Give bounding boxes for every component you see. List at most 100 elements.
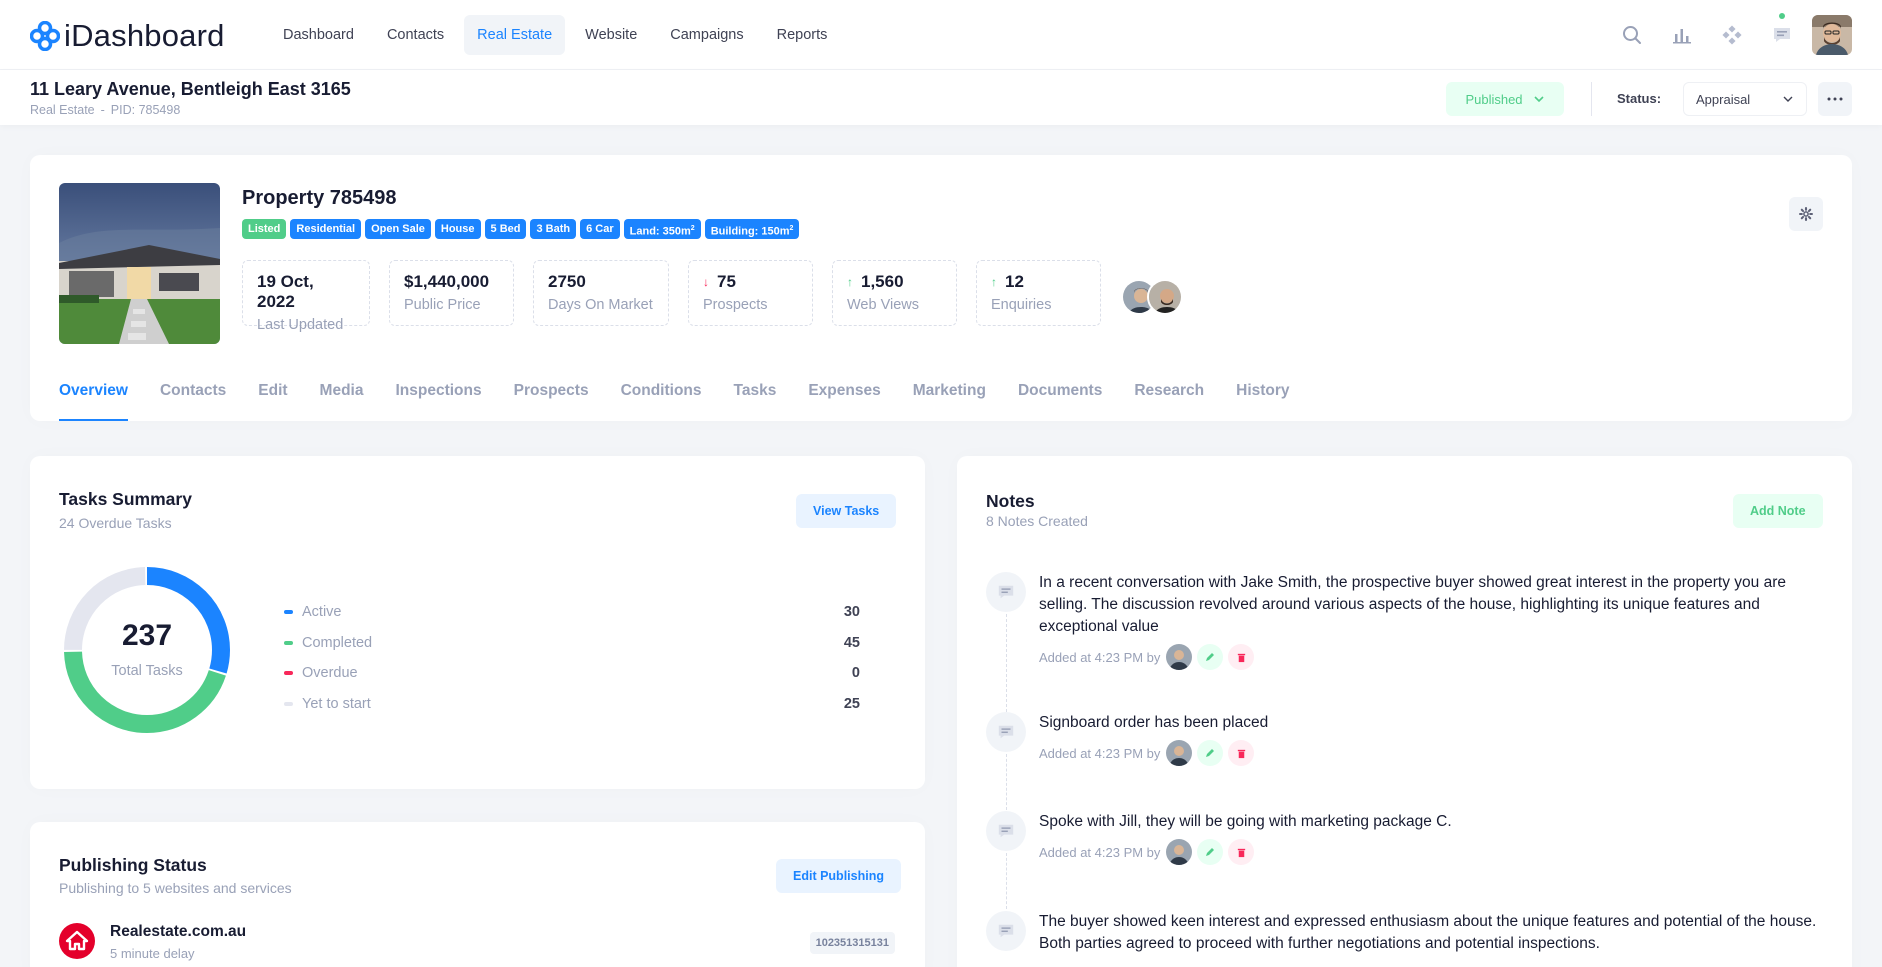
breadcrumb-item[interactable]: Real Estate xyxy=(30,103,95,117)
tab-expenses[interactable]: Expenses xyxy=(808,375,880,421)
pencil-icon xyxy=(1206,848,1215,856)
nav-icons xyxy=(1602,13,1852,55)
avatar[interactable] xyxy=(1166,740,1193,766)
tag-residential: Residential xyxy=(290,219,362,239)
published-label: Published xyxy=(1465,91,1523,107)
tab-media[interactable]: Media xyxy=(320,375,364,421)
legend-marker xyxy=(284,671,293,676)
timeline-line xyxy=(1006,853,1007,909)
page-title: 11 Leary Avenue, Bentleigh East 3165 xyxy=(30,79,351,99)
status-select[interactable]: Appraisal xyxy=(1683,82,1807,116)
tab-marketing[interactable]: Marketing xyxy=(913,375,986,421)
arrow-down-icon: ↓ xyxy=(703,275,709,289)
tab-prospects[interactable]: Prospects xyxy=(514,375,589,421)
stat-last-updated: 19 Oct, 2022 Last Updated xyxy=(242,260,370,333)
user-avatar[interactable] xyxy=(1812,15,1852,55)
avatar[interactable] xyxy=(1166,644,1193,670)
add-note-button[interactable]: Add Note xyxy=(1733,494,1823,528)
trash-icon xyxy=(1237,653,1246,662)
page-header: 11 Leary Avenue, Bentleigh East 3165 Rea… xyxy=(0,70,1882,125)
stat-public-price: $1,440,000 Public Price xyxy=(389,260,514,326)
delete-note-button[interactable] xyxy=(1228,740,1255,766)
tab-history[interactable]: History xyxy=(1236,375,1289,421)
tab-edit[interactable]: Edit xyxy=(258,375,287,421)
tag-car: 6 Car xyxy=(580,219,620,239)
tasks-legend: Active 30 Completed 45 Overdue 0 Yet to sta… xyxy=(284,597,860,719)
logo-icon xyxy=(30,21,60,51)
note-item: Spoke with Jill, they will be going with… xyxy=(986,811,1826,911)
note-meta-text: Added at 4:23 PM by xyxy=(1039,649,1161,665)
menu-item-contacts[interactable]: Contacts xyxy=(374,15,457,55)
edit-note-button[interactable] xyxy=(1197,644,1224,670)
stat-days-on-market: 2750 Days On Market xyxy=(533,260,669,326)
apps-icon[interactable] xyxy=(1712,15,1752,55)
menu-item-campaigns[interactable]: Campaigns xyxy=(657,15,756,55)
menu-item-website[interactable]: Website xyxy=(572,15,650,55)
tab-tasks[interactable]: Tasks xyxy=(734,375,777,421)
more-icon xyxy=(1827,97,1843,101)
tag-land: Land: 350m2 xyxy=(623,219,701,239)
property-tags: Listed Residential Open Sale House 5 Bed… xyxy=(242,219,803,239)
stat-value: 12 xyxy=(1005,272,1024,291)
avatar[interactable] xyxy=(1147,279,1183,315)
stat-enquiries: ↑ 12 Enquiries xyxy=(976,260,1101,326)
legend-marker xyxy=(284,640,293,645)
tag-building: Building: 150m2 xyxy=(704,219,800,239)
total-tasks-label: Total Tasks xyxy=(111,663,183,679)
tab-conditions[interactable]: Conditions xyxy=(621,375,702,421)
stat-value: 1,560 xyxy=(861,272,904,291)
site-id-badge: 102351315131 xyxy=(809,932,895,954)
stat-label: Enquiries xyxy=(991,297,1052,313)
logo[interactable]: iDashboard xyxy=(30,18,225,54)
edit-note-button[interactable] xyxy=(1197,839,1224,865)
chart-icon[interactable] xyxy=(1662,15,1702,55)
view-tasks-button[interactable]: View Tasks xyxy=(796,494,897,528)
settings-button[interactable] xyxy=(1789,197,1823,231)
tasks-summary-card: Tasks Summary 24 Overdue Tasks View Task… xyxy=(30,456,925,789)
legend-value: 45 xyxy=(843,634,860,651)
card-subtitle: Publishing to 5 websites and services xyxy=(59,880,292,896)
note-text: Signboard order has been placed xyxy=(1039,714,1269,731)
note-meta-text: Added at 4:23 PM by xyxy=(1039,844,1161,860)
search-icon[interactable] xyxy=(1612,15,1652,55)
legend-item-yet-to-start: Yet to start 25 xyxy=(284,689,860,720)
message-icon xyxy=(986,712,1026,752)
menu-item-dashboard[interactable]: Dashboard xyxy=(270,15,367,55)
tab-documents[interactable]: Documents xyxy=(1018,375,1102,421)
agent-avatars xyxy=(1121,279,1183,315)
edit-publishing-button[interactable]: Edit Publishing xyxy=(776,859,901,893)
more-options-button[interactable] xyxy=(1818,82,1852,116)
published-dropdown-button[interactable]: Published xyxy=(1446,82,1564,116)
chat-icon[interactable] xyxy=(1762,13,1802,55)
tag-listed: Listed xyxy=(242,219,287,239)
stat-value: $1,440,000 xyxy=(404,272,490,291)
note-item: Signboard order has been placed Added at… xyxy=(986,712,1826,812)
legend-value: 30 xyxy=(843,604,860,621)
stat-prospects: ↓ 75 Prospects xyxy=(688,260,813,326)
stat-value: 19 Oct, 2022 xyxy=(257,272,314,311)
notes-card: Notes 8 Notes Created Add Note In a rece… xyxy=(957,456,1852,967)
stat-web-views: ↑ 1,560 Web Views xyxy=(832,260,957,326)
delete-note-button[interactable] xyxy=(1228,644,1255,670)
avatar[interactable] xyxy=(1166,839,1193,865)
tab-inspections[interactable]: Inspections xyxy=(395,375,481,421)
breadcrumb: Real Estate - PID: 785498 xyxy=(30,103,180,117)
pencil-icon xyxy=(1206,653,1215,661)
tab-research[interactable]: Research xyxy=(1134,375,1204,421)
property-image[interactable] xyxy=(59,183,220,344)
menu-item-real-estate[interactable]: Real Estate xyxy=(464,15,566,55)
site-name[interactable]: Realestate.com.au xyxy=(110,923,246,941)
card-title: Publishing Status xyxy=(59,855,207,875)
stat-label: Last Updated xyxy=(257,317,344,333)
stat-value: 75 xyxy=(717,272,736,291)
publishing-status-card: Publishing Status Publishing to 5 websit… xyxy=(30,822,925,967)
trash-icon xyxy=(1237,848,1246,857)
timeline-line xyxy=(1006,614,1007,712)
delete-note-button[interactable] xyxy=(1228,839,1255,865)
edit-note-button[interactable] xyxy=(1197,740,1224,766)
total-tasks-value: 237 xyxy=(121,619,173,652)
tab-overview[interactable]: Overview xyxy=(59,375,128,421)
stat-value: 2750 xyxy=(548,272,586,291)
menu-item-reports[interactable]: Reports xyxy=(764,15,841,55)
tab-contacts[interactable]: Contacts xyxy=(160,375,226,421)
